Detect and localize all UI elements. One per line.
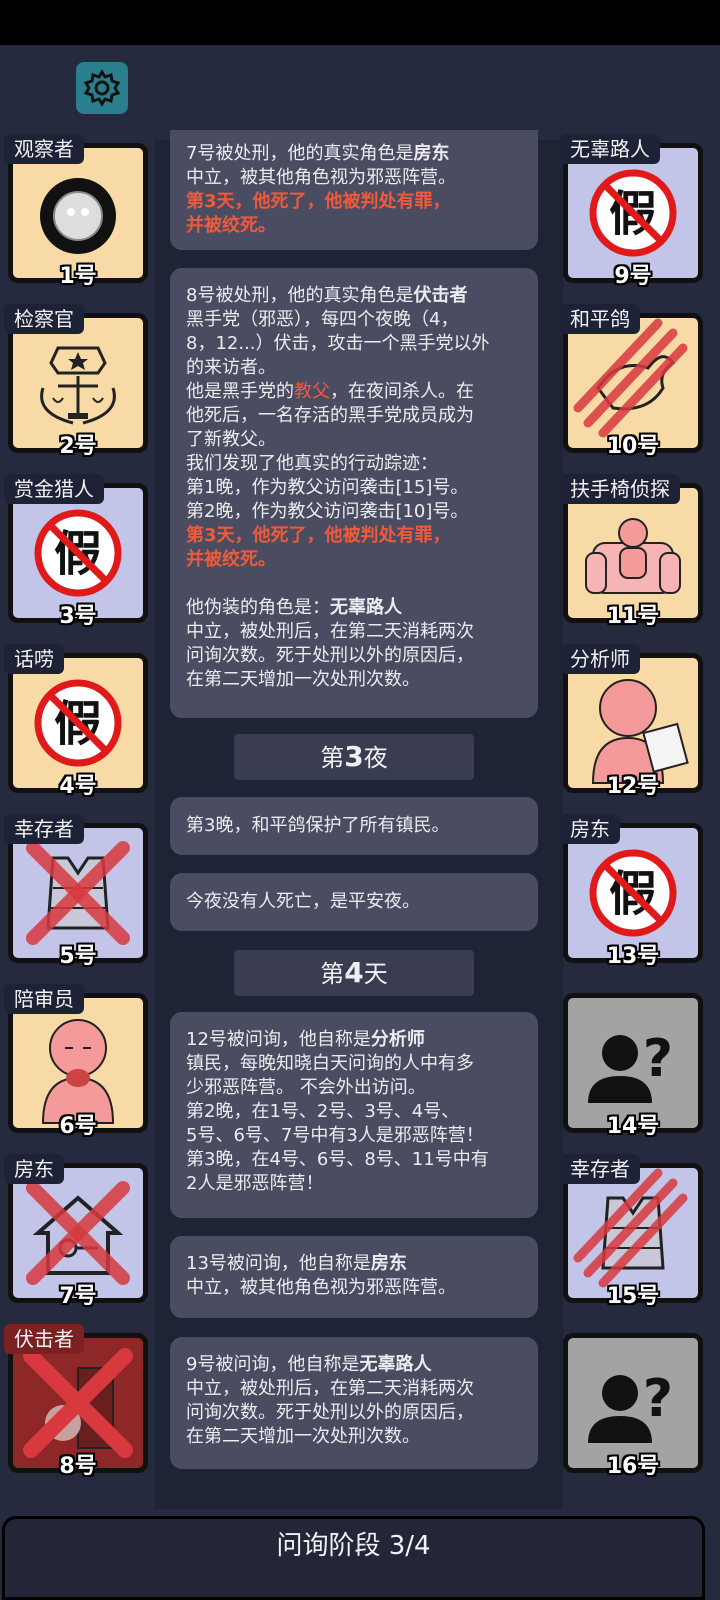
role-label: 话唠 <box>4 644 64 674</box>
message-role: 无辜路人 <box>330 597 402 618</box>
log-message: 第3晚，和平鸽保护了所有镇民。 <box>170 797 538 855</box>
player-number: 8号 <box>59 1454 97 1479</box>
role-label: 房东 <box>560 814 620 844</box>
message-alert: 第3天，他死了，他被判处有罪， <box>186 525 451 546</box>
message-text: 问询次数。死于处刑以外的原因后， <box>186 645 474 666</box>
message-role: 房东 <box>413 143 450 164</box>
message-text: 我们发现了他真实的行动踪迹： <box>186 453 438 474</box>
message-text: 中立，被处刑后，在第二天消耗两次 <box>186 621 474 642</box>
message-text: 8号被处刑，他的真实角色是 <box>186 285 414 306</box>
svg-text:?: ? <box>643 1029 673 1089</box>
player-number: 4号 <box>59 774 97 799</box>
message-text: 他伪装的角色是： <box>186 597 330 618</box>
player-number: 5号 <box>59 944 97 969</box>
message-alert: 并被绞死。 <box>186 215 276 236</box>
message-text: 5号、6号、7号中有3人是邪恶阵营！ <box>186 1125 484 1146</box>
message-text: 2人是邪恶阵营！ <box>186 1173 324 1194</box>
message-text: 他是黑手党的 <box>186 381 294 402</box>
log-message: 7号被处刑，他的真实角色是房东 中立，被其他角色视为邪恶阵营。 第3天，他死了，… <box>170 130 538 250</box>
message-text: ，在夜间杀人。在 <box>330 381 474 402</box>
message-text: 的来访者。 <box>186 357 276 378</box>
message-alert: 第3天，他死了，他被判处有罪， <box>186 191 451 212</box>
message-text: 第3晚，在4号、6号、8号、11号中有 <box>186 1149 489 1170</box>
role-label: 房东 <box>4 1154 64 1184</box>
log-message: 8号被处刑，他的真实角色是伏击者 黑手党（邪恶），每四个夜晚（4， 8，12..… <box>170 268 538 718</box>
night-header: 第3夜 <box>234 734 474 780</box>
player-number: 1号 <box>59 264 97 289</box>
message-text: 中立，被其他角色视为邪恶阵营。 <box>186 1277 456 1298</box>
message-text: 了新教父。 <box>186 429 276 450</box>
settings-button[interactable] <box>76 62 128 114</box>
player-number: 12号 <box>606 774 660 799</box>
message-role: 无辜路人 <box>359 1354 432 1375</box>
role-label: 检察官 <box>4 304 84 334</box>
log-message: 13号被问询，他自称是房东 中立，被其他角色视为邪恶阵营。 <box>170 1236 538 1318</box>
message-text: 8，12...）伏击，攻击一个黑手党以外 <box>186 333 490 354</box>
role-label: 赏金猎人 <box>4 474 104 504</box>
message-text: 9号被问询，他自称是 <box>186 1354 360 1375</box>
role-label: 幸存者 <box>4 814 84 844</box>
role-label: 分析师 <box>560 644 640 674</box>
log-message: 今夜没有人死亡，是平安夜。 <box>170 873 538 931</box>
role-label: 陪审员 <box>4 984 84 1014</box>
svg-text:?: ? <box>643 1369 673 1429</box>
day-header: 第4天 <box>234 950 474 996</box>
message-text: 在第二天增加一次处刑次数。 <box>186 1426 420 1447</box>
message-role: 教父 <box>294 381 330 402</box>
role-label: 扶手椅侦探 <box>560 474 680 504</box>
player-number: 2号 <box>59 434 97 459</box>
phase-bar: 问询阶段 3/4 <box>2 1516 705 1600</box>
message-text: 问询次数。死于处刑以外的原因后， <box>186 1402 474 1423</box>
message-text: 第3晚，和平鸽保护了所有镇民。 <box>186 815 450 836</box>
player-number: 14号 <box>606 1114 660 1139</box>
player-number: 3号 <box>59 604 97 629</box>
role-label: 幸存者 <box>560 1154 640 1184</box>
player-number: 16号 <box>606 1454 660 1479</box>
role-label: 观察者 <box>4 134 84 164</box>
gear-icon <box>83 69 121 107</box>
player-number: 13号 <box>606 944 660 969</box>
message-text: 第2晚，作为教父访问袭击[10]号。 <box>186 501 469 522</box>
message-text: 中立，被处刑后，在第二天消耗两次 <box>186 1378 474 1399</box>
message-text: 今夜没有人死亡，是平安夜。 <box>186 891 420 912</box>
player-number: 11号 <box>606 604 660 629</box>
role-label: 和平鸽 <box>560 304 640 334</box>
message-text: 在第二天增加一次处刑次数。 <box>186 669 420 690</box>
message-text: 第1晚，作为教父访问袭击[15]号。 <box>186 477 469 498</box>
player-number: 7号 <box>59 1284 97 1309</box>
message-text: 第2晚，在1号、2号、3号、4号、 <box>186 1101 460 1122</box>
message-alert: 并被绞死。 <box>186 549 276 570</box>
message-text: 13号被问询，他自称是 <box>186 1253 371 1274</box>
message-role: 伏击者 <box>413 285 468 306</box>
log-message: 9号被问询，他自称是无辜路人 中立，被处刑后，在第二天消耗两次 问询次数。死于处… <box>170 1337 538 1469</box>
message-text: 黑手党（邪恶），每四个夜晚（4， <box>186 309 459 330</box>
player-number: 6号 <box>59 1114 97 1139</box>
message-text: 7号被处刑，他的真实角色是 <box>186 143 414 164</box>
message-text: 中立，被其他角色视为邪恶阵营。 <box>186 167 456 188</box>
role-label: 无辜路人 <box>560 134 660 164</box>
status-bar <box>0 0 720 45</box>
player-number: 9号 <box>614 264 652 289</box>
player-number: 10号 <box>606 434 660 459</box>
message-role: 分析师 <box>370 1029 425 1050</box>
phase-label: 问询阶段 3/4 <box>276 1531 431 1561</box>
message-role: 房东 <box>370 1253 407 1274</box>
role-label: 伏击者 <box>4 1324 84 1354</box>
player-number: 15号 <box>606 1284 660 1309</box>
message-text: 他死后，一名存活的黑手党成员成为 <box>186 405 474 426</box>
log-message: 12号被问询，他自称是分析师 镇民，每晚知晓白天问询的人中有多 少邪恶阵营。 不… <box>170 1012 538 1218</box>
message-text: 12号被问询，他自称是 <box>186 1029 371 1050</box>
message-text: 镇民，每晚知晓白天问询的人中有多 <box>186 1053 474 1074</box>
message-text: 少邪恶阵营。 不会外出访问。 <box>186 1077 426 1098</box>
